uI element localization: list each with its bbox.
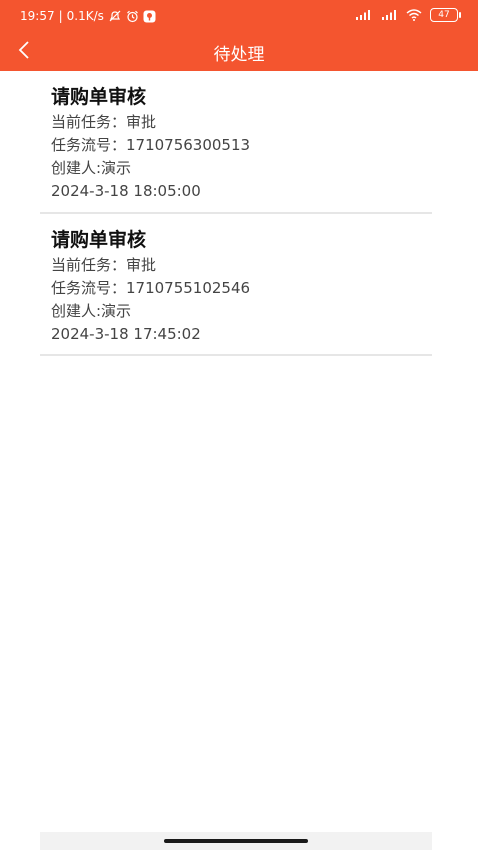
task-creator: 创建人:演示 <box>51 159 132 177</box>
task-serial-number: 任务流号：1710755102546 <box>51 279 251 297</box>
task-title: 请购单审核 <box>51 229 147 251</box>
task-list: 请购单审核 当前任务：审批 任务流号：1710756300513 创建人:演示 … <box>40 71 432 356</box>
task-creator: 创建人:演示 <box>51 302 132 320</box>
battery-icon: 47 <box>430 8 461 22</box>
status-right: 47 <box>354 8 461 22</box>
page-title: 待处理 <box>213 45 265 65</box>
signal-icon-2 <box>380 9 398 21</box>
app-notification-icon <box>143 10 156 23</box>
battery-level: 47 <box>438 10 450 20</box>
header: 19:57 | 0.1K/s 47 待处理 <box>0 0 478 71</box>
status-divider: | <box>58 9 63 23</box>
wifi-icon <box>406 9 422 21</box>
task-serial-number: 任务流号：1710756300513 <box>51 136 251 154</box>
task-datetime: 2024-3-18 17:45:02 <box>51 325 201 343</box>
task-item[interactable]: 请购单审核 当前任务：审批 任务流号：1710755102546 创建人:演示 … <box>40 214 432 356</box>
status-time: 19:57 <box>20 9 55 23</box>
notification-off-icon <box>108 10 122 22</box>
task-current-step: 当前任务：审批 <box>51 256 157 274</box>
task-item[interactable]: 请购单审核 当前任务：审批 任务流号：1710756300513 创建人:演示 … <box>40 71 432 214</box>
nav-bar: 待处理 <box>0 32 478 71</box>
network-speed: 0.1K/s <box>66 9 104 23</box>
status-left: 19:57 | 0.1K/s <box>20 9 156 23</box>
signal-icon <box>354 9 372 21</box>
home-indicator[interactable] <box>164 839 308 843</box>
task-current-step: 当前任务：审批 <box>51 113 157 131</box>
task-title: 请购单审核 <box>51 86 147 108</box>
status-bar: 19:57 | 0.1K/s 47 <box>0 0 478 32</box>
task-datetime: 2024-3-18 18:05:00 <box>51 182 201 200</box>
alarm-icon <box>126 10 139 23</box>
